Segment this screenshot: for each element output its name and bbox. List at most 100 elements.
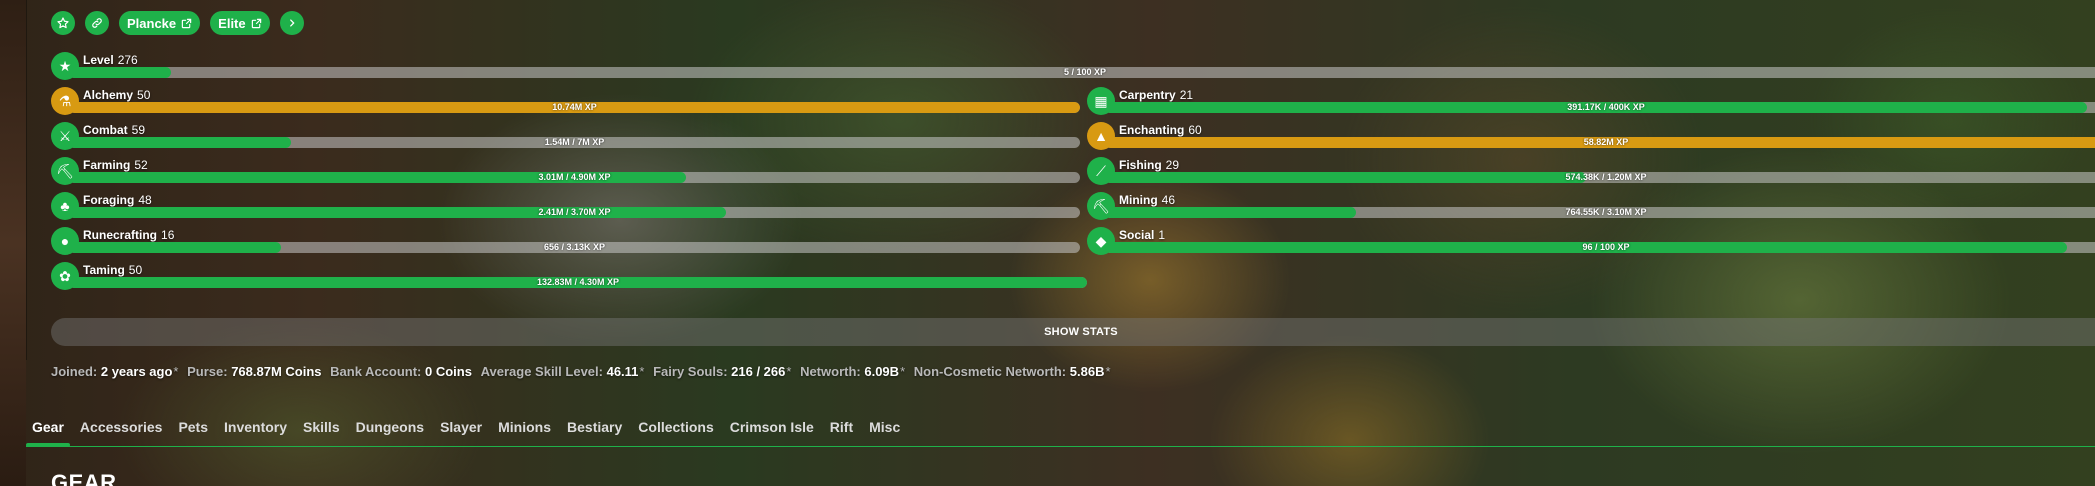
- skill-bar-text: 132.83M / 4.30M XP: [536, 277, 620, 287]
- tab-inventory[interactable]: Inventory: [224, 419, 287, 435]
- tab-slayer[interactable]: Slayer: [440, 419, 482, 435]
- fishing-rod-icon: ⟋: [1087, 157, 1115, 185]
- enchanting-table-icon: ▲: [1087, 122, 1115, 150]
- skill-name: Runecrafting: [83, 228, 158, 242]
- hoe-icon: ⛏: [51, 157, 79, 185]
- skill-bar: 132.83M / 4.30M XP: [69, 277, 1087, 288]
- skill-bar: 58.82M XP: [1105, 137, 2095, 148]
- skill-name: Alchemy: [83, 88, 134, 102]
- tab-collections[interactable]: Collections: [638, 419, 713, 435]
- left-background-edge: [0, 0, 26, 486]
- skill-name: Foraging: [83, 193, 135, 207]
- non-cosmetic-networth-label: Non-Cosmetic Networth:: [913, 364, 1067, 379]
- skill-level: 16: [161, 228, 175, 242]
- skill-bar-text: 58.82M XP: [1583, 137, 1629, 147]
- tab-rift[interactable]: Rift: [830, 419, 853, 435]
- purse-label: Purse:: [187, 364, 228, 379]
- skill-combat: ⚔ Combat 59 1.54M / 7M XP: [51, 122, 1080, 150]
- alchemy-icon: ⚗: [51, 87, 79, 115]
- skill-bar-text: 1.54M / 7M XP: [544, 137, 605, 147]
- left-divider: [26, 0, 27, 360]
- skill-bar: 391.17K / 400K XP: [1105, 102, 2095, 113]
- skill-bar: 96 / 100 XP: [1105, 242, 2095, 253]
- networth-label: Networth:: [800, 364, 861, 379]
- skill-level: 60: [1188, 123, 1202, 137]
- star-icon: [57, 17, 69, 29]
- skill-bar-text: 574.38K / 1.20M XP: [1565, 172, 1647, 182]
- skill-level: 59: [131, 123, 146, 137]
- joined-value[interactable]: 2 years ago*: [101, 364, 179, 379]
- tab-gear[interactable]: Gear: [32, 419, 64, 435]
- tab-minions[interactable]: Minions: [498, 419, 551, 435]
- skill-bar: 3.01M / 4.90M XP: [69, 172, 1080, 183]
- external-link-icon: [251, 18, 262, 29]
- magma-cream-icon: ●: [51, 227, 79, 255]
- skill-bar-text: 391.17K / 400K XP: [1567, 102, 1645, 112]
- section-title: GEAR: [51, 470, 117, 486]
- skill-bar-text: 96 / 100 XP: [1582, 242, 1630, 252]
- skill-farming: ⛏ Farming 52 3.01M / 4.90M XP: [51, 157, 1080, 185]
- sapling-icon: ♣: [51, 192, 79, 220]
- level-value: 276: [117, 53, 138, 67]
- level-bar: 5 / 100 XP: [69, 67, 2095, 78]
- skill-level: 29: [1165, 158, 1180, 172]
- skill-runecrafting: ● Runecrafting 16 656 / 3.13K XP: [51, 227, 1080, 255]
- profile-stats: Joined: 2 years ago* Purse: 768.87M Coin…: [51, 364, 1116, 379]
- level-name: Level: [83, 53, 114, 67]
- spawn-egg-icon: ✿: [51, 262, 79, 290]
- skill-level: 1: [1158, 228, 1166, 242]
- fairy-souls-value[interactable]: 216 / 266*: [731, 364, 791, 379]
- skill-level: 21: [1179, 88, 1194, 102]
- skill-taming: ✿ Taming 50 132.83M / 4.30M XP: [51, 262, 1087, 290]
- plancke-link-button[interactable]: Plancke: [119, 11, 201, 35]
- skill-bar-text: 764.55K / 3.10M XP: [1565, 207, 1647, 217]
- non-cosmetic-networth-value[interactable]: 5.86B*: [1070, 364, 1111, 379]
- skill-bar: 2.41M / 3.70M XP: [69, 207, 1080, 218]
- tab-misc[interactable]: Misc: [869, 419, 900, 435]
- bank-label: Bank Account:: [330, 364, 422, 379]
- skill-bar-text: 656 / 3.13K XP: [543, 242, 606, 252]
- emerald-icon: ◆: [1087, 227, 1115, 255]
- level-bar-text: 5 / 100 XP: [1063, 67, 1107, 77]
- external-link-icon: [181, 18, 192, 29]
- tab-dungeons[interactable]: Dungeons: [356, 419, 424, 435]
- networth-value[interactable]: 6.09B*: [864, 364, 905, 379]
- link-icon: [91, 17, 103, 29]
- active-tab-indicator: [26, 443, 70, 447]
- bank-value: 0 Coins: [425, 364, 472, 379]
- skill-name: Fishing: [1119, 158, 1162, 172]
- copy-link-button[interactable]: [85, 11, 109, 35]
- skill-foraging: ♣ Foraging 48 2.41M / 3.70M XP: [51, 192, 1080, 220]
- chevron-right-icon: [287, 18, 297, 28]
- skill-name: Carpentry: [1119, 88, 1176, 102]
- show-stats-button[interactable]: SHOW STATS: [51, 318, 2095, 346]
- elite-label: Elite: [218, 15, 246, 31]
- tab-skills[interactable]: Skills: [303, 419, 340, 435]
- sword-icon: ⚔: [51, 122, 79, 150]
- tab-pets[interactable]: Pets: [178, 419, 208, 435]
- purse-value: 768.87M Coins: [231, 364, 322, 379]
- fairy-souls-label: Fairy Souls:: [653, 364, 728, 379]
- skill-mining: ⛏ Mining 46 764.55K / 3.10M XP: [1087, 192, 2095, 220]
- skill-name: Mining: [1119, 193, 1158, 207]
- skill-bar: 656 / 3.13K XP: [69, 242, 1080, 253]
- avg-skill-label: Average Skill Level:: [480, 364, 603, 379]
- tab-crimson-isle[interactable]: Crimson Isle: [730, 419, 814, 435]
- tab-accessories[interactable]: Accessories: [80, 419, 163, 435]
- avg-skill-value[interactable]: 46.11*: [607, 364, 645, 379]
- skill-name: Farming: [83, 158, 131, 172]
- skill-level: 50: [137, 88, 151, 102]
- skill-bar-text: 2.41M / 3.70M XP: [538, 207, 611, 217]
- favorite-button[interactable]: [51, 11, 75, 35]
- pickaxe-icon: ⛏: [1087, 192, 1115, 220]
- section-tabs: Gear Accessories Pets Inventory Skills D…: [32, 419, 916, 435]
- skill-bar: 764.55K / 3.10M XP: [1105, 207, 2095, 218]
- elite-link-button[interactable]: Elite: [210, 11, 270, 35]
- tab-bestiary[interactable]: Bestiary: [567, 419, 622, 435]
- skill-social: ◆ Social 1 96 / 100 XP: [1087, 227, 2095, 255]
- skill-bar: 1.54M / 7M XP: [69, 137, 1080, 148]
- skill-alchemy: ⚗ Alchemy 50 10.74M XP: [51, 87, 1080, 115]
- more-button[interactable]: [279, 11, 304, 35]
- skill-name: Enchanting: [1119, 123, 1185, 137]
- skill-bar-text: 3.01M / 4.90M XP: [538, 172, 611, 182]
